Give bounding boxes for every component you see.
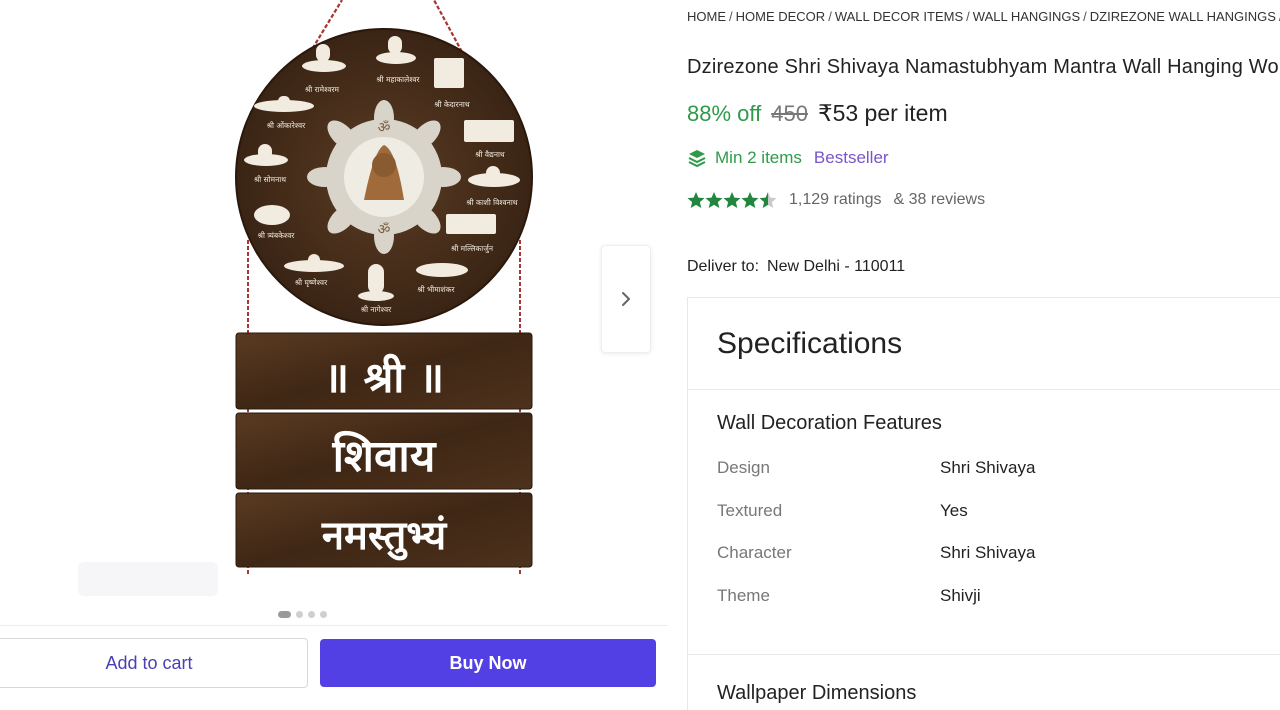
plank-shivaya: शिवाय: [332, 430, 437, 482]
breadcrumb-dzirezone-wall-hangings[interactable]: DZIREZONE WALL HANGINGS: [1090, 9, 1276, 24]
deliver-pincode: New Delhi - 110011: [767, 258, 906, 275]
circle-label: श्री वैद्यनाथ: [475, 150, 505, 159]
breadcrumb-home[interactable]: HOME: [687, 9, 726, 24]
spec-key: Character: [717, 543, 792, 563]
circle-label: श्री ओंकारेश्वर: [267, 121, 306, 130]
spec-row: Design Shri Shivaya: [717, 447, 1280, 490]
purchase-actions: Add to cart Buy Now: [0, 625, 668, 710]
carousel-dot[interactable]: [320, 611, 327, 618]
circle-label: श्री रामेश्वरम: [305, 85, 340, 94]
bestseller-badge: Bestseller: [813, 148, 889, 167]
price-row: 88% off 450 ₹53 per item: [687, 100, 948, 127]
spec-value: Shri Shivaya: [940, 543, 1036, 563]
delivery-location[interactable]: Deliver to: New Delhi - 110011: [687, 258, 905, 276]
spec-key: Textured: [717, 500, 783, 520]
spec-value: Shivji: [940, 586, 981, 606]
circle-label: श्री घृष्णेश्वर: [295, 278, 328, 288]
specifications-title: Specifications: [717, 326, 903, 360]
product-image[interactable]: ॐ ॐ श्री रामेश्वरम श्री महाकालेश्वर श्री…: [224, 0, 544, 580]
carousel-dots: [278, 611, 327, 618]
specifications-header: Specifications: [688, 298, 1280, 390]
image-reflection: [78, 562, 218, 596]
layers-icon: [688, 150, 706, 168]
reviews-count: & 38 reviews: [893, 191, 986, 208]
star-rating: [687, 190, 777, 210]
spec-key: Theme: [717, 586, 770, 606]
spec-section-wall-decoration: Wall Decoration Features Design Shri Shi…: [688, 390, 1280, 617]
original-price: 450: [771, 101, 808, 126]
carousel-dot-active[interactable]: [278, 611, 291, 618]
spec-value: Shri Shivaya: [940, 458, 1036, 478]
product-details: HOME / HOME DECOR / WALL DECOR ITEMS / WALL HA…: [687, 0, 1280, 710]
circle-label: श्री मल्लिकार्जुन: [451, 244, 494, 254]
circle-label: श्री काशी विश्वनाथ: [466, 198, 517, 207]
plank-namastubhyam: नमस्तुभ्यं: [321, 513, 448, 561]
rating-row[interactable]: 1,129 ratings & 38 reviews: [687, 190, 985, 210]
product-gallery: ॐ ॐ श्री रामेश्वरम श्री महाकालेश्वर श्री…: [0, 0, 668, 710]
circle-label: श्री भीमाशंकर: [417, 285, 455, 294]
plank-shri: ॥ श्री ॥: [324, 353, 444, 402]
breadcrumb-home-decor[interactable]: HOME DECOR: [736, 9, 826, 24]
spec-section-title: Wall Decoration Features: [717, 412, 942, 434]
spec-value: Yes: [940, 500, 968, 520]
breadcrumb: HOME / HOME DECOR / WALL DECOR ITEMS / WALL HA…: [687, 9, 1280, 24]
carousel-dot[interactable]: [308, 611, 315, 618]
om-bottom: ॐ: [378, 221, 391, 237]
circle-label: श्री नागेश्वर: [361, 305, 392, 314]
sale-price: ₹53 per item: [817, 100, 948, 126]
add-to-cart-button[interactable]: Add to cart: [0, 638, 308, 688]
spec-row: Character Shri Shivaya: [717, 532, 1280, 575]
circle-label: श्री केदारनाथ: [434, 100, 469, 109]
spec-key: Design: [717, 458, 770, 478]
chevron-right-icon: [622, 292, 630, 306]
ratings-count: 1,129 ratings: [789, 191, 882, 208]
buy-now-button[interactable]: Buy Now: [320, 639, 656, 687]
discount-label: 88% off: [687, 101, 762, 126]
stars-icon: [687, 192, 777, 208]
breadcrumb-wall-decor-items[interactable]: WALL DECOR ITEMS: [835, 9, 963, 24]
carousel-dot[interactable]: [296, 611, 303, 618]
product-title: Dzirezone Shri Shivaya Namastubhyam Mant…: [687, 56, 1279, 78]
circle-label: श्री महाकालेश्वर: [376, 75, 420, 84]
spec-divider: [688, 654, 1280, 655]
next-image-button[interactable]: [601, 245, 651, 353]
specifications-card: Specifications Wall Decoration Features …: [687, 297, 1280, 710]
circle-label: श्री सोमनाथ: [254, 175, 286, 184]
circle-label: श्री त्र्यंबकेश्वर: [258, 231, 296, 240]
spec-section-wallpaper-dimensions[interactable]: Wallpaper Dimensions: [717, 682, 916, 705]
min-items-row: Min 2 items Bestseller: [687, 148, 889, 168]
deliver-label: Deliver to:: [687, 258, 760, 275]
min-items-label: Min 2 items: [715, 148, 802, 167]
breadcrumb-wall-hangings[interactable]: WALL HANGINGS: [973, 9, 1080, 24]
om-top: ॐ: [378, 119, 391, 135]
spec-row: Theme Shivji: [717, 575, 1280, 618]
spec-row: Textured Yes: [717, 490, 1280, 533]
